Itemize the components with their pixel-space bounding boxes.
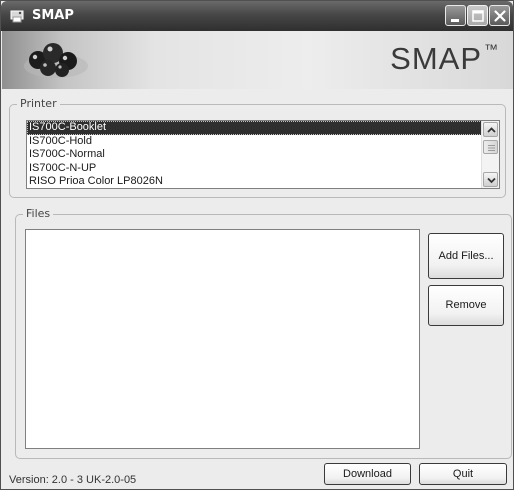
printer-list-scrollbar[interactable]	[481, 121, 499, 188]
printer-list-item[interactable]: IS700C-N-UP	[27, 162, 482, 176]
title-bar[interactable]: SMAP	[1, 1, 513, 31]
balls-logo	[16, 36, 96, 84]
minimize-button[interactable]	[445, 5, 466, 26]
close-button[interactable]	[489, 5, 510, 26]
maximize-icon	[472, 10, 484, 22]
printer-list-item[interactable]: IS700C-Normal	[27, 148, 482, 162]
window-title: SMAP	[32, 8, 74, 23]
printer-list-item[interactable]: RISO Prioa Color LP8026N	[27, 175, 482, 188]
banner-title: SMAP ™	[390, 41, 499, 77]
grip-icon	[488, 145, 495, 151]
printer-list-items: IS700C-Booklet IS700C-Hold IS700C-Normal…	[27, 121, 482, 188]
minimize-icon	[451, 19, 459, 22]
download-button[interactable]: Download	[324, 463, 411, 485]
files-group-label: Files	[23, 207, 54, 220]
version-label: Version: 2.0 - 3 UK-2.0-05	[9, 474, 137, 486]
quit-button[interactable]: Quit	[419, 463, 507, 485]
header-banner: SMAP ™	[2, 31, 513, 89]
scroll-thumb[interactable]	[483, 140, 498, 154]
files-listbox[interactable]	[25, 229, 420, 449]
chevron-down-icon	[487, 177, 496, 184]
chevron-up-icon	[487, 127, 496, 133]
maximize-button[interactable]	[467, 5, 488, 26]
printer-listbox[interactable]: IS700C-Booklet IS700C-Hold IS700C-Normal…	[26, 120, 500, 189]
smap-window: SMAP SMAP ™ Printer IS700C-Booklet IS700…	[0, 0, 514, 490]
trademark-symbol: ™	[484, 40, 499, 57]
smap-app-icon[interactable]	[9, 8, 25, 24]
scroll-down-button[interactable]	[483, 172, 498, 187]
remove-button[interactable]: Remove	[428, 285, 504, 326]
close-icon	[494, 10, 506, 22]
banner-product-name: SMAP	[390, 41, 482, 76]
printer-group-label: Printer	[17, 97, 60, 110]
add-files-button[interactable]: Add Files...	[428, 233, 504, 279]
scroll-up-button[interactable]	[483, 122, 498, 137]
printer-list-item[interactable]: IS700C-Booklet	[27, 121, 482, 135]
printer-list-item[interactable]: IS700C-Hold	[27, 135, 482, 149]
